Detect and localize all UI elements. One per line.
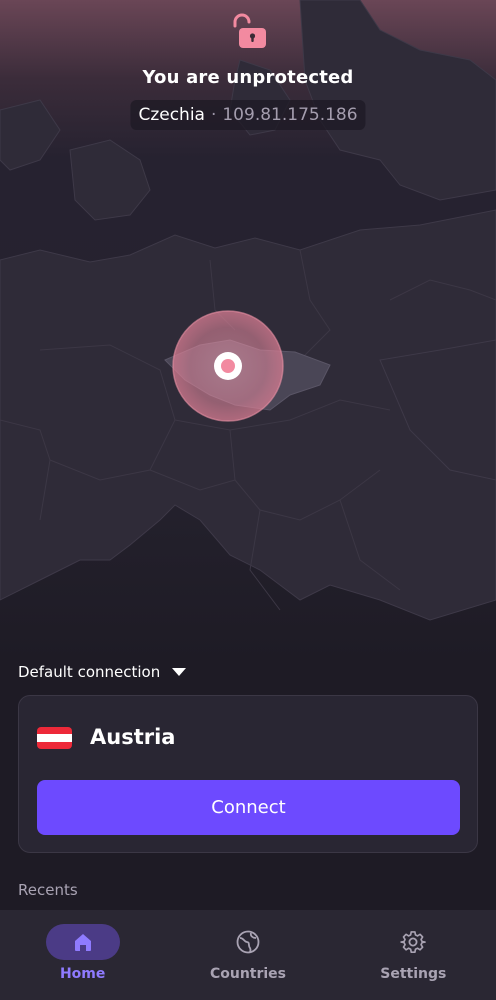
- default-connection-label: Default connection: [18, 663, 161, 681]
- nav-label-settings: Settings: [380, 966, 447, 982]
- nav-label-home: Home: [59, 966, 106, 982]
- home-icon: [74, 934, 91, 951]
- caret-down-icon: [172, 668, 187, 676]
- nav-countries-indicator: [211, 924, 285, 960]
- default-country-name: Austria: [90, 725, 176, 749]
- current-ip-address: 109.81.175.186: [222, 105, 358, 125]
- default-connection-dropdown[interactable]: Default connection: [18, 660, 187, 684]
- default-connection-card: Austria Connect: [18, 695, 478, 853]
- gear-icon: [400, 931, 427, 954]
- nav-label-countries: Countries: [209, 966, 287, 982]
- nav-item-settings[interactable]: Settings: [331, 910, 496, 1000]
- location-pin-icon: [214, 352, 242, 380]
- current-country: Czechia: [138, 105, 205, 125]
- unlocked-padlock-icon: [233, 13, 266, 48]
- globe-icon: [236, 930, 260, 954]
- current-location-pill: Czechia · 109.81.175.186: [130, 100, 366, 130]
- world-map[interactable]: [0, 0, 496, 660]
- nav-item-home[interactable]: Home: [0, 910, 165, 1000]
- recents-heading: Recents: [18, 881, 78, 899]
- connect-button[interactable]: Connect: [37, 780, 460, 835]
- nav-home-indicator: [45, 924, 120, 960]
- bottom-navigation: Home Countries Settings: [0, 910, 496, 1000]
- nav-settings-indicator: [376, 924, 450, 960]
- separator: ·: [210, 105, 217, 125]
- austria-flag-icon: [37, 727, 72, 749]
- protection-status-title: You are unprotected: [142, 67, 354, 88]
- nav-item-countries[interactable]: Countries: [165, 910, 330, 1000]
